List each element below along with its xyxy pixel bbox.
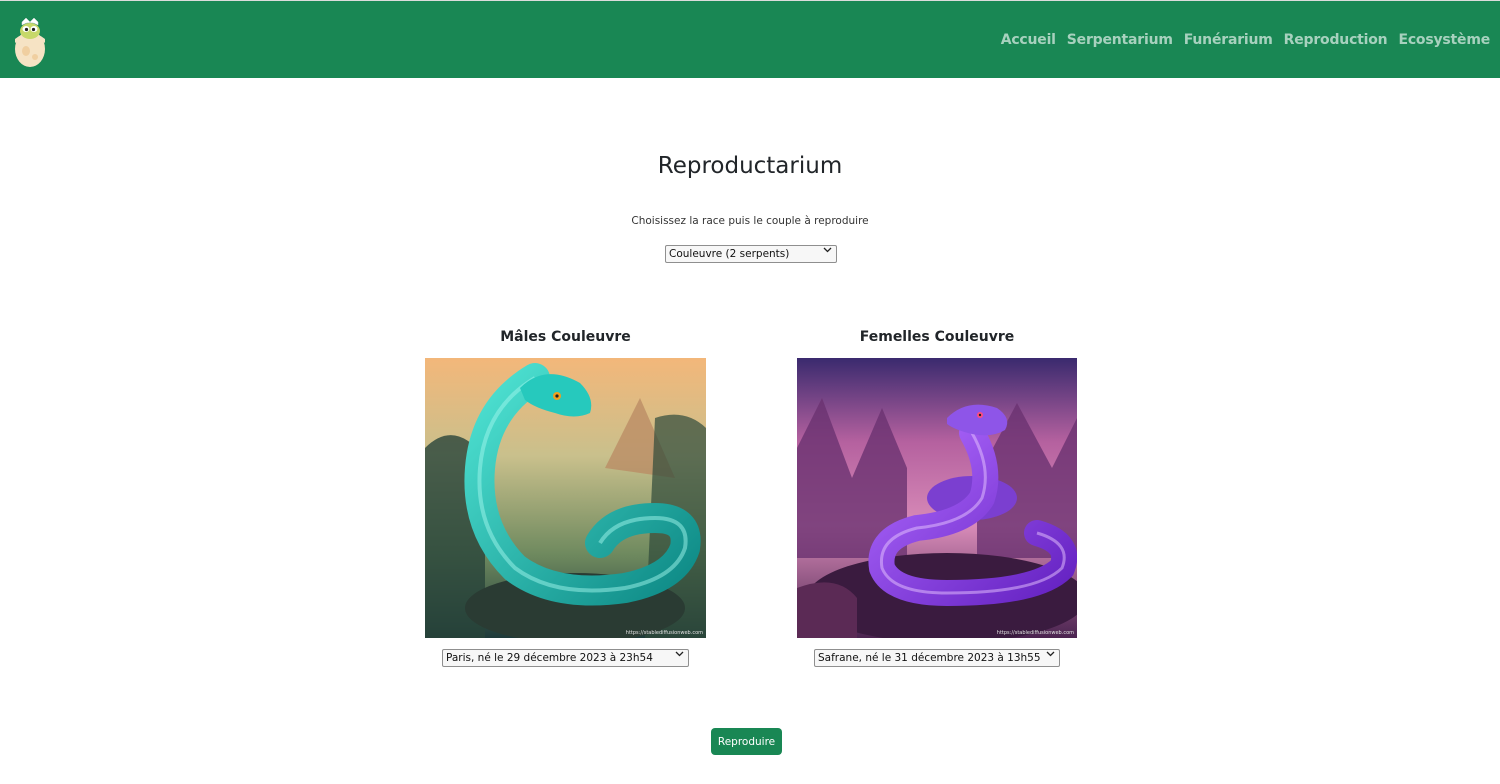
purple-snake-image: https://stablediffusionweb.com: [797, 358, 1077, 638]
nav-link-serpentarium[interactable]: Serpentarium: [1067, 32, 1173, 48]
male-select[interactable]: Paris, né le 29 décembre 2023 à 23h54: [442, 649, 689, 667]
nav-links: Accueil Serpentarium Funérarium Reproduc…: [1001, 1, 1491, 79]
race-select[interactable]: Couleuvre (2 serpents): [665, 245, 837, 263]
image-watermark: https://stablediffusionweb.com: [626, 630, 703, 636]
nav-link-ecosysteme[interactable]: Ecosystème: [1398, 32, 1490, 48]
female-select[interactable]: Safrane, né le 31 décembre 2023 à 13h55: [814, 649, 1060, 667]
male-select-wrapper: Paris, né le 29 décembre 2023 à 23h54: [442, 646, 689, 667]
instructions-text: Choisissez la race puis le couple à repr…: [631, 215, 869, 227]
reproduce-button[interactable]: Reproduire: [711, 728, 782, 755]
nav-link-funerarium[interactable]: Funérarium: [1184, 32, 1273, 48]
race-select-wrapper: Couleuvre (2 serpents): [665, 242, 837, 263]
males-title: Mâles Couleuvre: [500, 329, 631, 345]
navbar: Accueil Serpentarium Funérarium Reproduc…: [0, 0, 1500, 78]
nav-link-accueil[interactable]: Accueil: [1001, 32, 1056, 48]
teal-snake-image: https://stablediffusionweb.com: [425, 358, 706, 638]
hatching-snake-egg-icon[interactable]: [10, 9, 50, 69]
image-watermark: https://stablediffusionweb.com: [997, 630, 1074, 636]
females-title: Femelles Couleuvre: [859, 329, 1015, 345]
page-title: Reproductarium: [657, 153, 843, 179]
nav-link-reproduction[interactable]: Reproduction: [1284, 32, 1388, 48]
female-select-wrapper: Safrane, né le 31 décembre 2023 à 13h55: [814, 646, 1060, 667]
